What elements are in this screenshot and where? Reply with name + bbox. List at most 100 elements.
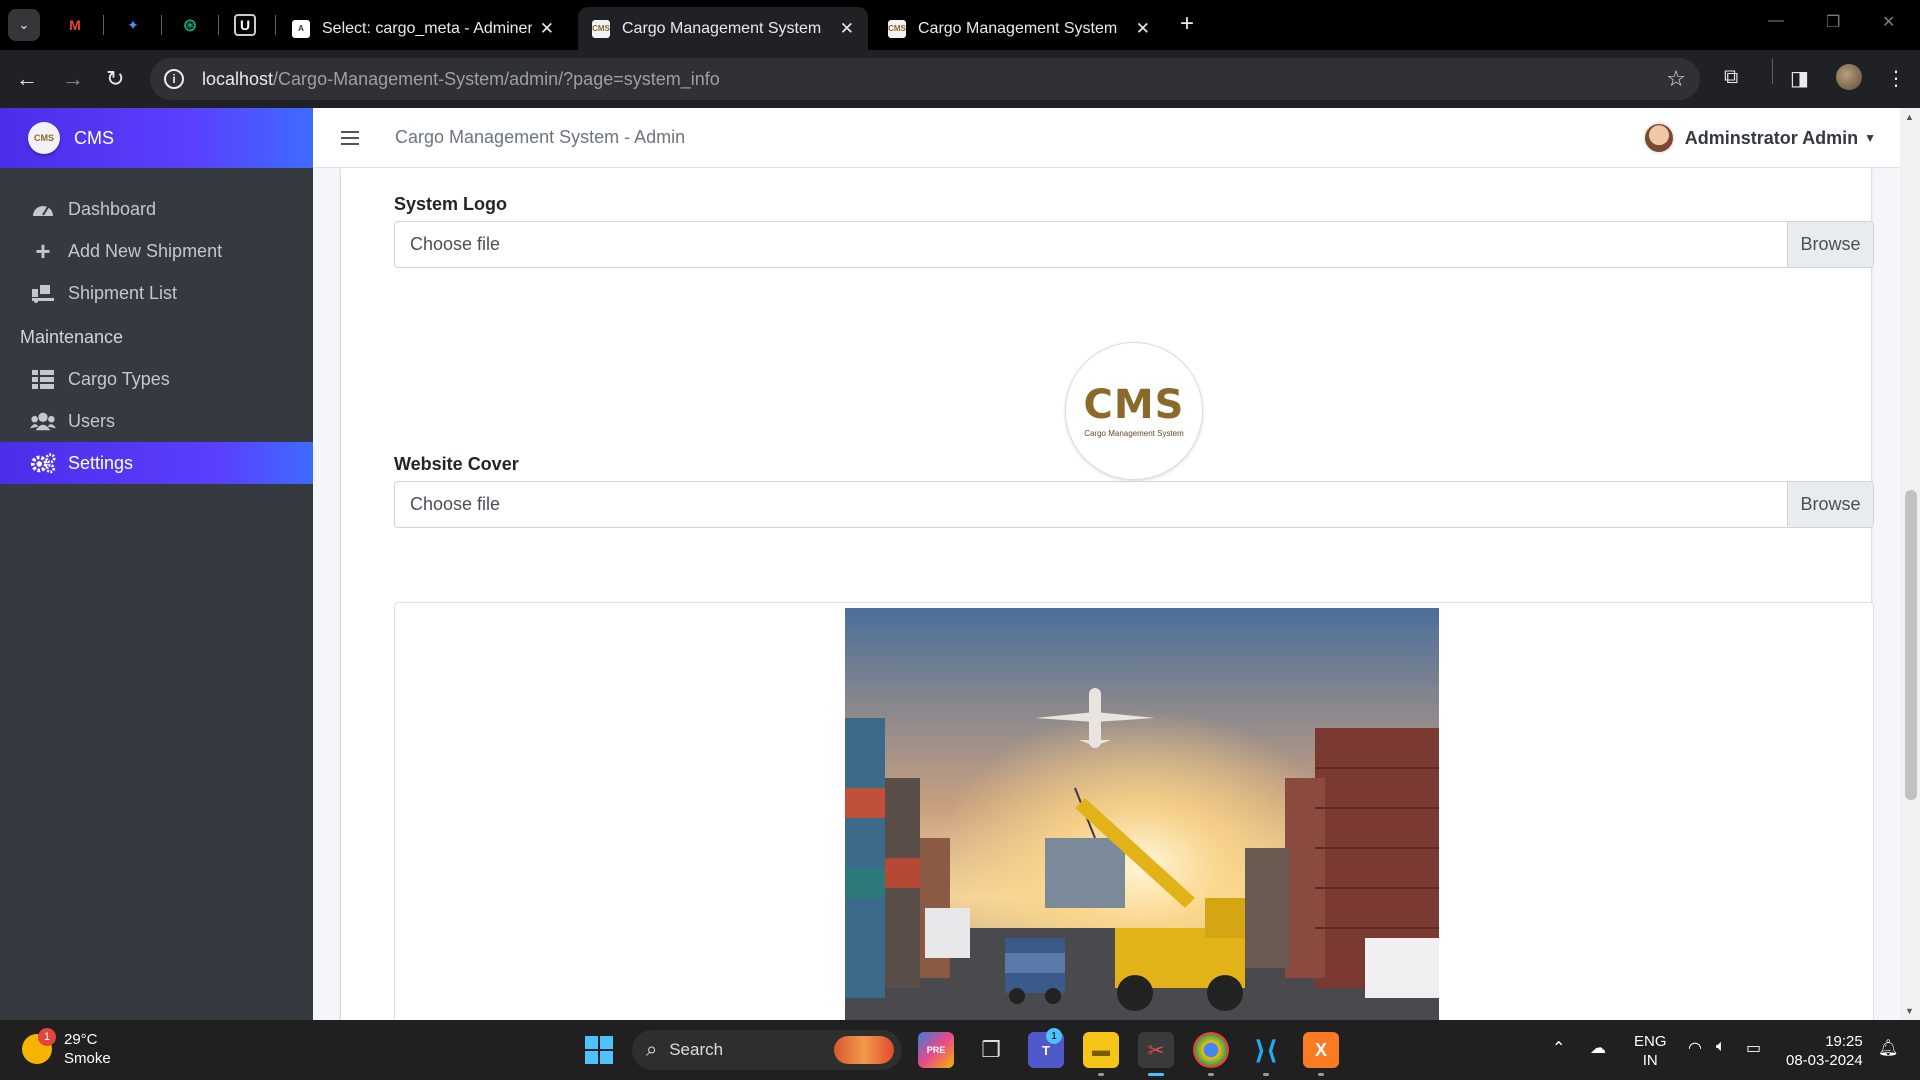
new-tab-button[interactable]: + bbox=[1180, 10, 1194, 38]
sidebar-item-users[interactable]: Users bbox=[0, 400, 313, 442]
battery-icon[interactable]: ▭ bbox=[1746, 1038, 1761, 1058]
sidebar-item-label: Dashboard bbox=[68, 198, 157, 219]
bookmark-star-icon[interactable]: ☆ bbox=[1666, 66, 1686, 92]
copilot-icon[interactable]: PRE bbox=[918, 1032, 954, 1068]
truck-loading-icon bbox=[30, 282, 56, 304]
page-viewport: CMS CMS Dashboard + Add New Shipment Shi… bbox=[0, 108, 1920, 1020]
xampp-icon[interactable]: X bbox=[1303, 1032, 1339, 1068]
url-text[interactable]: localhost/Cargo-Management-System/admin/… bbox=[202, 69, 720, 90]
weather-temp: 29°C bbox=[64, 1031, 98, 1048]
gemini-pinned-tab[interactable]: ✦ bbox=[120, 12, 146, 38]
pinned-tab[interactable]: U bbox=[234, 14, 256, 36]
snipping-tool-icon[interactable]: ✂ bbox=[1138, 1032, 1174, 1068]
tab-title: Cargo Management System bbox=[622, 19, 822, 37]
logo-text: CMS bbox=[1083, 381, 1185, 428]
vscode-icon[interactable]: ⟩⟨ bbox=[1248, 1032, 1284, 1068]
volume-icon[interactable]: 🔈︎ bbox=[1716, 1038, 1726, 1056]
sidebar-item-shipment-list[interactable]: Shipment List bbox=[0, 272, 313, 314]
notification-bell-icon[interactable]: 🔔︎ bbox=[1878, 1038, 1898, 1058]
menu-kebab-icon[interactable]: ⋮ bbox=[1886, 66, 1906, 91]
cover-image bbox=[845, 608, 1439, 1020]
search-icon: ⌕ bbox=[646, 1038, 658, 1061]
windows-start-icon[interactable] bbox=[585, 1036, 613, 1064]
onedrive-icon[interactable]: ☁ bbox=[1590, 1038, 1606, 1058]
sidebar-item-label: Cargo Types bbox=[68, 368, 170, 389]
sidebar-item-settings[interactable]: Settings bbox=[0, 442, 313, 484]
tab-separator bbox=[275, 15, 276, 35]
close-window-button[interactable]: ✕ bbox=[1882, 12, 1895, 32]
browser-tab-strip: ⌄ M ✦ ⊛ U A Select: cargo_meta - Adminer… bbox=[0, 0, 1920, 50]
file-placeholder: Choose file bbox=[410, 234, 501, 254]
list-icon bbox=[30, 368, 56, 390]
scrollbar-thumb[interactable] bbox=[1905, 490, 1917, 800]
clock-time: 19:25 bbox=[1825, 1033, 1863, 1050]
system-logo-file-input[interactable]: Choose file Browse bbox=[394, 221, 1874, 268]
tray-overflow-icon[interactable]: ⌃ bbox=[1552, 1038, 1565, 1058]
file-explorer-icon[interactable]: ▬ bbox=[1083, 1032, 1119, 1068]
url-host: localhost bbox=[202, 68, 274, 89]
scroll-up-arrow-icon[interactable]: ▲ bbox=[1905, 112, 1914, 122]
extensions-icon[interactable]: ⧉ bbox=[1724, 66, 1738, 89]
user-menu[interactable]: Adminstrator Admin ▼ bbox=[1642, 122, 1876, 154]
brand-text: CMS bbox=[74, 127, 114, 148]
app-title: Cargo Management System - Admin bbox=[395, 127, 686, 147]
tab-separator bbox=[161, 15, 162, 35]
close-tab-icon[interactable]: ✕ bbox=[840, 19, 854, 39]
cms-favicon: CMS bbox=[592, 19, 610, 38]
side-panel-icon[interactable]: ◨ bbox=[1790, 66, 1809, 91]
system-logo-label: System Logo bbox=[394, 194, 508, 214]
user-name: Adminstrator Admin bbox=[1684, 127, 1859, 148]
top-navbar: Cargo Management System - Admin Adminstr… bbox=[313, 108, 1900, 168]
sidebar-item-cargo-types[interactable]: Cargo Types bbox=[0, 358, 313, 400]
task-view-icon[interactable]: ❒ bbox=[973, 1032, 1009, 1068]
gmail-pinned-tab[interactable]: M bbox=[62, 12, 88, 38]
back-button[interactable]: ← bbox=[16, 66, 38, 92]
tab-cargo[interactable]: CMS Cargo Management System ✕ bbox=[874, 7, 1164, 50]
sidebar: CMS CMS Dashboard + Add New Shipment Shi… bbox=[0, 108, 313, 1020]
sidebar-item-dashboard[interactable]: Dashboard bbox=[0, 188, 313, 230]
browse-button[interactable]: Browse bbox=[1787, 482, 1873, 527]
chrome-icon[interactable] bbox=[1193, 1032, 1229, 1068]
page-scrollbar[interactable]: ▲ ▼ bbox=[1900, 108, 1920, 1020]
file-placeholder: Choose file bbox=[410, 494, 501, 514]
hamburger-menu-icon[interactable] bbox=[341, 130, 359, 145]
clock[interactable]: 19:25 08-03-2024 bbox=[1786, 1032, 1863, 1070]
tab-cargo-active[interactable]: CMS Cargo Management System ✕ bbox=[578, 7, 868, 50]
scroll-down-arrow-icon[interactable]: ▼ bbox=[1905, 1006, 1914, 1016]
website-cover-preview bbox=[394, 602, 1874, 1020]
reload-button[interactable]: ↻ bbox=[106, 66, 124, 92]
restore-button[interactable]: ❐ bbox=[1826, 12, 1840, 32]
website-cover-file-input[interactable]: Choose file Browse bbox=[394, 481, 1874, 528]
site-info-icon[interactable]: i bbox=[164, 69, 184, 89]
caret-down-icon: ▼ bbox=[1864, 131, 1876, 145]
toolbar-separator bbox=[1772, 58, 1773, 84]
tab-separator bbox=[103, 15, 104, 35]
wifi-icon[interactable]: ◠ bbox=[1688, 1038, 1702, 1058]
tab-search-button[interactable]: ⌄ bbox=[8, 9, 40, 41]
sidebar-item-label: Settings bbox=[68, 452, 134, 473]
brand-link[interactable]: CMS CMS bbox=[0, 108, 313, 168]
weather-widget[interactable]: 1 29°C Smoke bbox=[22, 1028, 111, 1068]
browse-button[interactable]: Browse bbox=[1787, 222, 1873, 267]
region-code: IN bbox=[1642, 1052, 1658, 1069]
sidebar-item-label: Shipment List bbox=[68, 282, 178, 303]
close-tab-icon[interactable]: ✕ bbox=[540, 19, 554, 39]
language-indicator[interactable]: ENG IN bbox=[1634, 1032, 1667, 1070]
running-indicator bbox=[1263, 1073, 1269, 1076]
main-content: System Logo Choose file Browse CMS Cargo… bbox=[313, 108, 1920, 1020]
minimize-button[interactable]: — bbox=[1768, 12, 1784, 30]
tachometer-icon bbox=[30, 198, 56, 220]
browser-toolbar: ← → ↻ i localhost/Cargo-Management-Syste… bbox=[0, 50, 1920, 108]
sidebar-item-add-new-shipment[interactable]: + Add New Shipment bbox=[0, 230, 313, 272]
weather-sun-icon: 1 bbox=[22, 1028, 56, 1064]
taskbar-search[interactable]: ⌕ Search bbox=[632, 1030, 902, 1070]
close-tab-icon[interactable]: ✕ bbox=[1136, 19, 1150, 39]
sidebar-item-label: Users bbox=[68, 410, 116, 431]
chatgpt-pinned-tab[interactable]: ⊛ bbox=[177, 12, 203, 38]
forward-button[interactable]: → bbox=[62, 66, 84, 92]
tab-adminer[interactable]: A Select: cargo_meta - Adminer ✕ bbox=[278, 7, 568, 50]
chevron-down-icon: ⌄ bbox=[18, 17, 30, 32]
tab-title: Cargo Management System bbox=[918, 19, 1118, 37]
profile-avatar[interactable] bbox=[1836, 64, 1862, 90]
address-bar[interactable]: i localhost/Cargo-Management-System/admi… bbox=[150, 58, 1700, 100]
